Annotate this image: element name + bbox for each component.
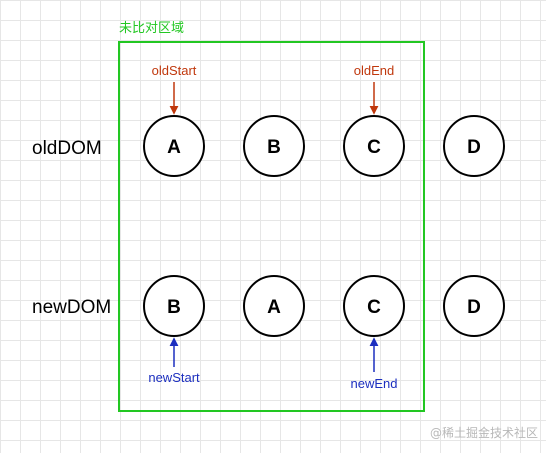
new-end-pointer-label: newEnd (351, 376, 398, 391)
old-node-b-label: B (267, 137, 281, 158)
unmatched-region-label: 未比对区域 (119, 21, 184, 36)
watermark-text: @稀土掘金技术社区 (430, 425, 538, 440)
unmatched-region-box (118, 41, 425, 412)
new-node-b-label: B (167, 297, 181, 318)
new-node-d-label: D (467, 297, 481, 318)
old-node-d-label: D (467, 137, 481, 158)
new-start-pointer-label: newStart (148, 370, 200, 385)
old-dom-row-label: oldDOM (32, 138, 102, 159)
new-node-c-label: C (367, 297, 381, 318)
new-node-a-label: A (267, 297, 281, 318)
old-start-pointer-label: oldStart (152, 63, 197, 78)
old-node-a-label: A (167, 137, 181, 158)
old-end-pointer-label: oldEnd (354, 63, 394, 78)
diagram-canvas: 未比对区域 oldDOM newDOM A B C D B A C D oldS… (0, 0, 546, 453)
diagram-svg: 未比对区域 oldDOM newDOM A B C D B A C D oldS… (32, 21, 538, 440)
new-dom-row-label: newDOM (32, 297, 111, 318)
old-node-c-label: C (367, 137, 381, 158)
